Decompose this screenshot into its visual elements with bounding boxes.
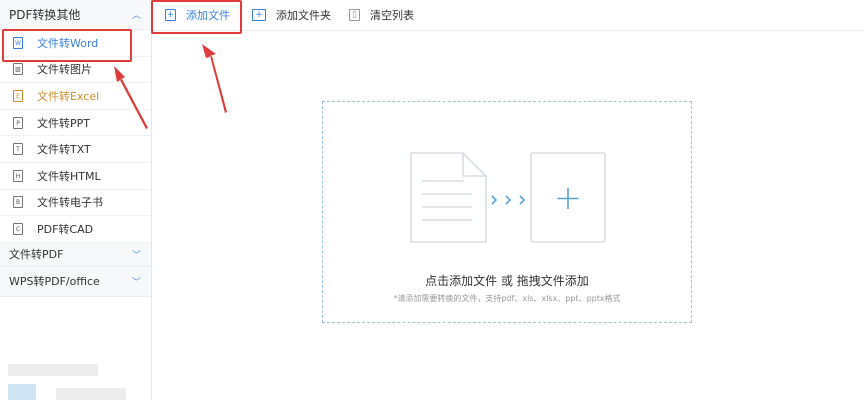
arrow-to-add-file-icon: [202, 44, 227, 113]
arrow-right-icon: [491, 195, 498, 205]
arrow-to-word-item-icon: [114, 66, 148, 129]
drop-zone[interactable]: 点击添加文件 或 拖拽文件添加 *请添加需要转换的文件，支持pdf、xls、xl…: [322, 101, 692, 323]
document-icon: [410, 152, 487, 243]
drop-zone-hint: *请添加需要转换的文件，支持pdf、xls、xlsx、ppt、pptx格式: [393, 294, 621, 303]
file-to-add-illustration: [410, 152, 606, 243]
drop-zone-title: 点击添加文件 或 拖拽文件添加: [425, 274, 589, 288]
